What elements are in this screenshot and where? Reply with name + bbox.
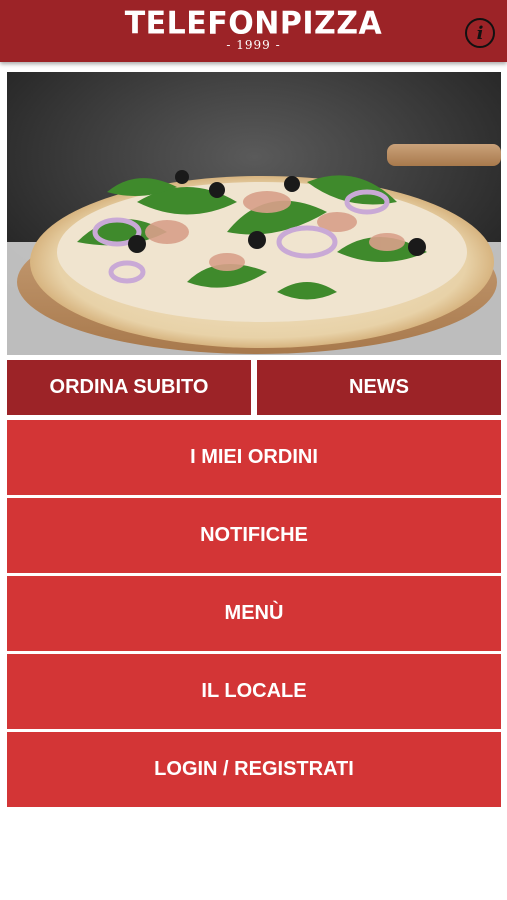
app-header: TELEFONPIZZA - 1999 - i <box>0 0 507 62</box>
app-logo: TELEFONPIZZA - 1999 - <box>0 5 507 52</box>
logo-title: TELEFONPIZZA <box>124 5 383 42</box>
pizza-illustration <box>7 72 501 355</box>
login-register-button[interactable]: LOGIN / REGISTRATI <box>7 732 501 807</box>
primary-actions: ORDINA SUBITO NEWS <box>7 360 501 415</box>
notifications-button[interactable]: NOTIFICHE <box>7 498 501 573</box>
order-now-button[interactable]: ORDINA SUBITO <box>7 360 251 415</box>
venue-button[interactable]: IL LOCALE <box>7 654 501 729</box>
pizza-photo <box>7 72 501 355</box>
news-button[interactable]: NEWS <box>257 360 501 415</box>
main-menu: I MIEI ORDINI NOTIFICHE MENÙ IL LOCALE L… <box>7 420 501 810</box>
info-button[interactable]: i <box>465 18 495 48</box>
menu-button[interactable]: MENÙ <box>7 576 501 651</box>
info-icon: i <box>476 22 484 44</box>
my-orders-button[interactable]: I MIEI ORDINI <box>7 420 501 495</box>
